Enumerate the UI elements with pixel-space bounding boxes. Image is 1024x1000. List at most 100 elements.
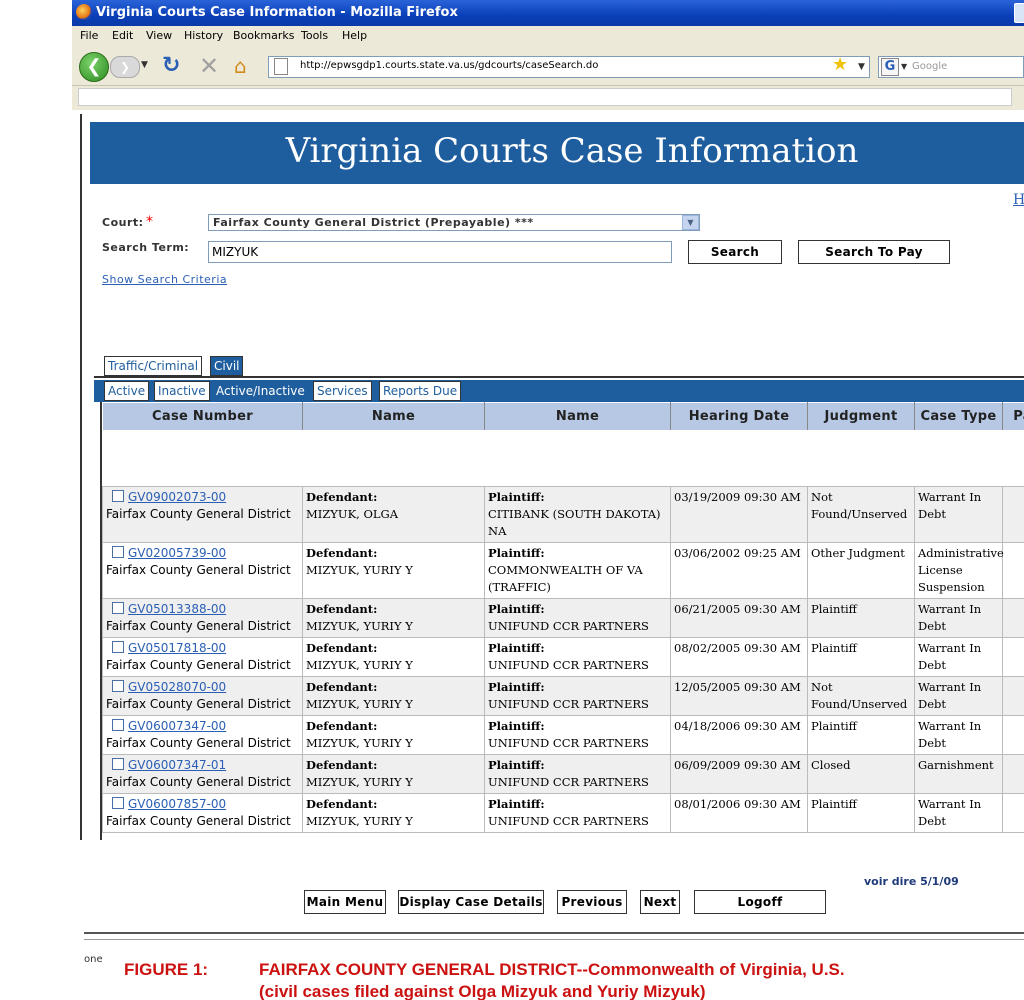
subtab-active[interactable]: Active	[104, 381, 150, 401]
partial-cell	[1002, 637, 1024, 677]
case-type-cell: Administrative License Suspension	[914, 542, 1004, 599]
logoff-button[interactable]: Logoff	[694, 890, 826, 914]
next-button[interactable]: Next	[640, 890, 680, 914]
column-header-case-type[interactable]: Case Type	[914, 402, 1003, 431]
court-select[interactable]: Fairfax County General District (Prepaya…	[208, 214, 700, 231]
main-menu-button[interactable]: Main Menu	[304, 890, 386, 914]
case-number-cell: GV06007857-00 Fairfax County General Dist…	[102, 793, 303, 833]
table-row: GV09002073-00 Fairfax County General Dist…	[102, 486, 1024, 543]
menu-history[interactable]: History	[184, 29, 223, 42]
defendant-label: Defendant:	[306, 758, 378, 772]
status-bar-text: one	[84, 954, 103, 965]
judgment-cell: Plaintiff	[807, 793, 915, 833]
defendant-name: MIZYUK, YURIY Y	[306, 563, 413, 577]
subtab-active-inactive[interactable]: Active/Inactive	[212, 381, 309, 401]
history-dropdown-icon[interactable]: ▼	[141, 60, 148, 70]
home-icon[interactable]: ⌂	[234, 54, 247, 78]
window-minimize-button[interactable]	[1014, 3, 1024, 23]
menu-tools[interactable]: Tools	[301, 29, 328, 42]
case-number-link[interactable]: GV05013388-00	[128, 602, 226, 616]
case-number-link[interactable]: GV06007347-00	[128, 719, 226, 733]
google-icon[interactable]: G	[881, 58, 899, 76]
case-type-cell: Warrant In Debt	[914, 598, 1003, 638]
case-number-link[interactable]: GV05028070-00	[128, 680, 226, 694]
column-header-judgment[interactable]: Judgment	[807, 402, 915, 431]
display-case-details-button[interactable]: Display Case Details	[398, 890, 544, 914]
defendant-cell: Defendant: MIZYUK, OLGA	[302, 486, 485, 543]
row-checkbox[interactable]	[112, 490, 124, 502]
help-link[interactable]: H	[1013, 192, 1024, 208]
case-number-link[interactable]: GV05017818-00	[128, 641, 226, 655]
defendant-cell: Defendant: MIZYUK, YURIY Y	[302, 793, 485, 833]
back-icon[interactable]: ❮	[79, 52, 109, 82]
row-checkbox[interactable]	[112, 719, 124, 731]
row-checkbox[interactable]	[112, 797, 124, 809]
judgment-cell: Not Found/Unserved	[807, 486, 915, 543]
stop-icon[interactable]: ✕	[199, 52, 219, 80]
defendant-label: Defendant:	[306, 602, 378, 616]
url-dropdown-icon[interactable]: ▼	[858, 62, 865, 72]
judgment-cell: Closed	[807, 754, 915, 794]
search-to-pay-button[interactable]: Search To Pay	[798, 240, 950, 264]
case-number-link[interactable]: GV02005739-00	[128, 546, 226, 560]
search-button[interactable]: Search	[688, 240, 782, 264]
plaintiff-label: Plaintiff:	[488, 719, 545, 733]
hearing-date-cell: 08/02/2005 09:30 AM	[670, 637, 808, 677]
tab-traffic-criminal[interactable]: Traffic/Criminal	[104, 356, 203, 376]
case-type-cell: Garnishment	[914, 754, 1003, 794]
chevron-down-icon[interactable]: ▼	[682, 215, 699, 230]
menu-file[interactable]: File	[80, 29, 98, 42]
defendant-name: MIZYUK, OLGA	[306, 507, 399, 521]
defendant-label: Defendant:	[306, 641, 378, 655]
search-term-input[interactable]: MIZYUK	[208, 241, 672, 263]
search-engine-dropdown-icon[interactable]: ▼	[901, 62, 907, 71]
menu-bookmarks[interactable]: Bookmarks	[233, 29, 294, 42]
row-checkbox[interactable]	[112, 680, 124, 692]
subtab-reports-due[interactable]: Reports Due	[379, 381, 462, 401]
reload-icon[interactable]: ↻	[162, 53, 180, 78]
previous-button[interactable]: Previous	[557, 890, 627, 914]
column-header-hearing-date[interactable]: Hearing Date	[670, 402, 808, 431]
column-header-name-2[interactable]: Name	[484, 402, 671, 431]
hearing-date-cell: 06/21/2005 09:30 AM	[670, 598, 808, 638]
show-search-criteria-link[interactable]: Show Search Criteria	[102, 273, 227, 286]
case-number-link[interactable]: GV06007857-00	[128, 797, 226, 811]
column-header-partial[interactable]: Pa	[1002, 402, 1024, 431]
court-name: Fairfax County General District	[106, 775, 291, 789]
court-name: Fairfax County General District	[106, 563, 291, 577]
plaintiff-label: Plaintiff:	[488, 602, 545, 616]
plaintiff-cell: Plaintiff: UNIFUND CCR PARTNERS	[484, 676, 671, 716]
case-type-cell: Warrant In Debt	[914, 715, 1003, 755]
hearing-date-cell: 08/01/2006 09:30 AM	[670, 793, 808, 833]
table-row: GV05013388-00 Fairfax County General Dist…	[102, 598, 1024, 638]
case-number-cell: GV05013388-00 Fairfax County General Dist…	[102, 598, 303, 638]
row-checkbox[interactable]	[112, 602, 124, 614]
defendant-label: Defendant:	[306, 719, 378, 733]
case-number-link[interactable]: GV06007347-01	[128, 758, 226, 772]
url-text[interactable]: http://epwsgdp1.courts.state.va.us/gdcou…	[300, 60, 598, 71]
partial-cell	[1002, 486, 1024, 543]
web-search-box[interactable]	[878, 56, 1024, 78]
case-type-cell: Warrant In Debt	[914, 486, 1003, 543]
subtab-inactive[interactable]: Inactive	[154, 381, 210, 401]
case-number-link[interactable]: GV09002073-00	[128, 490, 226, 504]
column-header-case-number[interactable]: Case Number	[102, 402, 303, 431]
plaintiff-cell: Plaintiff: UNIFUND CCR PARTNERS	[484, 598, 671, 638]
row-checkbox[interactable]	[112, 641, 124, 653]
column-header-name[interactable]: Name	[302, 402, 485, 431]
menu-view[interactable]: View	[146, 29, 172, 42]
star-icon[interactable]: ★	[832, 54, 848, 75]
divider	[84, 939, 1024, 940]
forward-icon[interactable]: ❯	[110, 56, 140, 78]
web-search-placeholder[interactable]: Google	[912, 61, 947, 72]
required-marker: *	[146, 214, 153, 230]
menu-help[interactable]: Help	[342, 29, 367, 42]
tab-civil[interactable]: Civil	[210, 356, 244, 376]
subtab-services[interactable]: Services	[313, 381, 372, 401]
row-checkbox[interactable]	[112, 758, 124, 770]
window-title: Virginia Courts Case Information - Mozil…	[96, 5, 458, 20]
row-checkbox[interactable]	[112, 546, 124, 558]
menu-edit[interactable]: Edit	[112, 29, 133, 42]
plaintiff-label: Plaintiff:	[488, 758, 545, 772]
defendant-cell: Defendant: MIZYUK, YURIY Y	[302, 715, 485, 755]
